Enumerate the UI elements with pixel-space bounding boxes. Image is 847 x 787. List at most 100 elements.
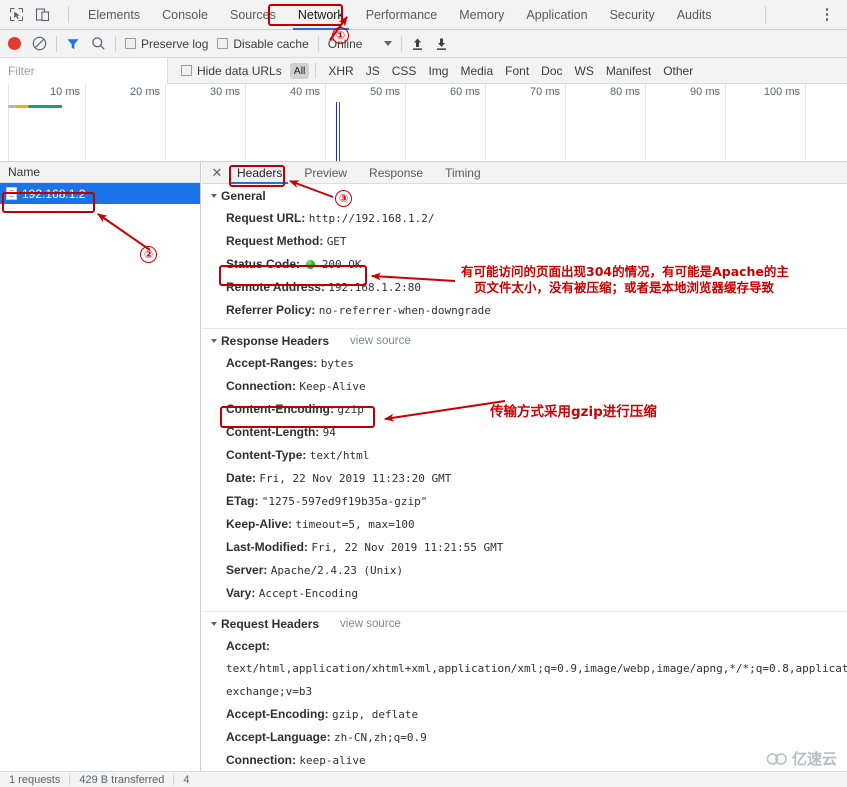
resource-type-filters: All XHR JS CSS Img Media Font Doc WS Man…: [289, 62, 700, 79]
search-icon[interactable]: [91, 36, 106, 51]
type-filter-other[interactable]: Other: [657, 63, 699, 79]
type-filter-manifest[interactable]: Manifest: [600, 63, 657, 79]
tab-audits[interactable]: Audits: [666, 0, 723, 30]
type-filter-css[interactable]: CSS: [386, 63, 423, 79]
close-icon[interactable]: ✕: [208, 162, 226, 183]
tab-application[interactable]: Application: [515, 0, 598, 30]
table-row[interactable]: 192.168.1.2: [0, 183, 200, 204]
checkbox-box[interactable]: [125, 38, 136, 49]
inspect-element-icon[interactable]: [8, 6, 25, 23]
tab-performance[interactable]: Performance: [355, 0, 449, 30]
type-filter-img[interactable]: Img: [422, 63, 454, 79]
device-toolbar-icon[interactable]: [34, 6, 51, 23]
import-har-icon[interactable]: [411, 37, 424, 51]
tab-response[interactable]: Response: [358, 162, 434, 184]
toolbar-divider: [115, 35, 116, 52]
type-filter-xhr[interactable]: XHR: [322, 63, 359, 79]
header-row-content-encoding: Content-Encoding: gzip: [202, 398, 847, 421]
disable-cache-checkbox[interactable]: Disable cache: [217, 37, 309, 51]
header-name: Request Method:: [226, 234, 324, 248]
network-control-toolbar: Preserve log Disable cache Online: [0, 30, 847, 58]
throttling-value: Online: [327, 36, 363, 51]
header-value: text/html,application/xhtml+xml,applicat…: [226, 662, 847, 698]
tab-label: Sources: [229, 7, 276, 22]
checkbox-box[interactable]: [217, 38, 229, 49]
chevron-down-icon[interactable]: [211, 622, 217, 626]
header-name: Date:: [226, 471, 257, 485]
tab-label: Timing: [445, 166, 481, 180]
section-label: General: [221, 189, 266, 203]
overview-tick: 40 ms: [290, 86, 320, 98]
chevron-down-icon[interactable]: [211, 339, 217, 343]
export-har-icon[interactable]: [435, 37, 448, 51]
header-value: no-referrer-when-downgrade: [318, 304, 491, 317]
chevron-down-icon[interactable]: [211, 194, 217, 198]
toolbar-divider: [317, 35, 319, 52]
header-row: Request Method: GET: [202, 230, 847, 253]
header-name: Status Code:: [226, 257, 301, 271]
tab-memory[interactable]: Memory: [448, 0, 515, 30]
tab-security[interactable]: Security: [599, 0, 666, 30]
type-filter-js[interactable]: JS: [360, 63, 386, 79]
header-row: Last-Modified: Fri, 22 Nov 2019 11:21:55…: [202, 536, 847, 559]
throttling-select[interactable]: Online: [328, 37, 393, 51]
tab-label: Headers: [237, 166, 283, 180]
hide-data-urls-label: Hide data URLs: [197, 63, 282, 78]
header-name: Content-Type:: [226, 448, 307, 462]
view-source-link[interactable]: view source: [340, 618, 401, 630]
type-filter-all[interactable]: All: [289, 62, 310, 79]
tab-console[interactable]: Console: [151, 0, 219, 30]
section-response-headers[interactable]: Response Headers view source: [202, 329, 847, 352]
checkbox-box[interactable]: [181, 65, 192, 76]
view-source-link[interactable]: view source: [350, 335, 411, 347]
filter-input[interactable]: [0, 57, 168, 84]
tab-timing[interactable]: Timing: [434, 162, 492, 184]
filter-toggle-icon[interactable]: [66, 37, 80, 51]
header-name: Connection:: [226, 379, 296, 393]
headers-content: General Request URL: http://192.168.1.2/…: [202, 184, 847, 771]
header-row: Accept-Ranges: bytes: [202, 352, 847, 375]
type-filter-doc[interactable]: Doc: [535, 63, 568, 79]
header-name: Content-Length:: [226, 425, 320, 439]
header-value: bytes: [320, 357, 354, 370]
section-label: Request Headers: [221, 617, 320, 631]
tab-label: Response: [369, 166, 424, 180]
header-row: Date: Fri, 22 Nov 2019 11:23:20 GMT: [202, 467, 847, 490]
type-filter-font[interactable]: Font: [499, 63, 535, 79]
header-name: Last-Modified:: [226, 540, 308, 554]
tabbar-right-divider: [765, 5, 767, 24]
header-name: Accept-Language:: [226, 730, 331, 744]
tab-network[interactable]: Network: [287, 0, 355, 30]
tab-elements[interactable]: Elements: [77, 0, 151, 30]
chevron-down-icon[interactable]: [384, 41, 393, 46]
header-row: Remote Address: 192.168.1.2:80: [202, 276, 847, 299]
type-filter-ws[interactable]: WS: [569, 63, 600, 79]
request-detail-pane: ✕ Headers Preview Response Timing Genera…: [202, 162, 847, 771]
type-filter-media[interactable]: Media: [454, 63, 499, 79]
header-name: Remote Address:: [226, 280, 325, 294]
header-value: text/html: [309, 449, 370, 462]
header-row: Accept-Language: zh-CN,zh;q=0.9: [202, 726, 847, 749]
clear-button[interactable]: [32, 36, 47, 51]
overview-tick: 90 ms: [690, 86, 720, 98]
tab-sources[interactable]: Sources: [219, 0, 287, 30]
header-row: Connection: Keep-Alive: [202, 375, 847, 398]
tab-headers[interactable]: Headers: [226, 162, 293, 184]
record-button[interactable]: [8, 37, 21, 50]
overview-bar-stalled: [8, 105, 15, 108]
more-options-icon[interactable]: [819, 6, 835, 24]
requests-column-header[interactable]: Name: [0, 162, 200, 183]
header-row: ETag: "1275-597ed9f19b35a-gzip": [202, 490, 847, 513]
hide-data-urls-checkbox[interactable]: Hide data URLs: [181, 64, 282, 78]
status-transferred: 429 B transferred: [79, 773, 165, 786]
header-value[interactable]: http://192.168.1.2/: [309, 212, 435, 225]
status-ok-dot-icon: [306, 260, 316, 269]
tab-preview[interactable]: Preview: [293, 162, 358, 184]
overview-load-line: [339, 102, 340, 161]
network-overview-timeline[interactable]: 10 ms 20 ms 30 ms 40 ms 50 ms 60 ms 70 m…: [0, 84, 847, 162]
preserve-log-checkbox[interactable]: Preserve log: [125, 37, 208, 51]
section-general[interactable]: General: [202, 184, 847, 207]
header-name: Server:: [226, 563, 268, 577]
devtools-tabbar: Elements Console Sources Network Perform…: [0, 0, 847, 30]
section-request-headers[interactable]: Request Headers view source: [202, 612, 847, 635]
